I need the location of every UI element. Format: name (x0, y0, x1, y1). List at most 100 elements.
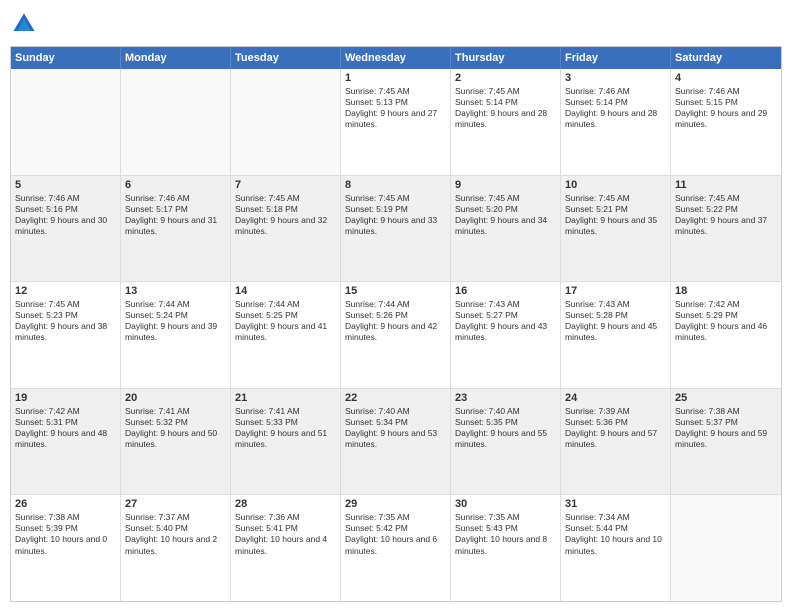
day-number: 25 (675, 392, 777, 404)
cell-info: Sunrise: 7:45 AM Sunset: 5:22 PM Dayligh… (675, 193, 777, 237)
calendar-cell-0-5: 3 Sunrise: 7:46 AM Sunset: 5:14 PM Daylig… (561, 69, 671, 175)
cell-info: Sunrise: 7:42 AM Sunset: 5:29 PM Dayligh… (675, 299, 777, 343)
day-number: 10 (565, 179, 666, 191)
cell-info: Sunrise: 7:38 AM Sunset: 5:37 PM Dayligh… (675, 406, 777, 450)
calendar-cell-4-4: 30 Sunrise: 7:35 AM Sunset: 5:43 PM Dayli… (451, 495, 561, 601)
day-number: 18 (675, 285, 777, 297)
header-cell-thursday: Thursday (451, 47, 561, 69)
calendar-cell-3-0: 19Sunrise: 7:42 AM Sunset: 5:31 PM Dayli… (11, 389, 121, 495)
cell-info: Sunrise: 7:35 AM Sunset: 5:43 PM Dayligh… (455, 512, 556, 556)
day-number: 28 (235, 498, 336, 510)
day-number: 24 (565, 392, 666, 404)
day-number: 3 (565, 72, 666, 84)
calendar-cell-3-4: 23 Sunrise: 7:40 AM Sunset: 5:35 PM Dayli… (451, 389, 561, 495)
day-number: 27 (125, 498, 226, 510)
calendar-row-0: 1 Sunrise: 7:45 AM Sunset: 5:13 PM Daylig… (11, 69, 781, 175)
cell-info: Sunrise: 7:45 AM Sunset: 5:23 PM Dayligh… (15, 299, 116, 343)
calendar-cell-2-4: 16 Sunrise: 7:43 AM Sunset: 5:27 PM Dayli… (451, 282, 561, 388)
calendar-cell-1-2: 7Sunrise: 7:45 AM Sunset: 5:18 PM Daylig… (231, 176, 341, 282)
day-number: 2 (455, 72, 556, 84)
calendar-cell-0-0 (11, 69, 121, 175)
calendar-cell-4-1: 27 Sunrise: 7:37 AM Sunset: 5:40 PM Dayli… (121, 495, 231, 601)
cell-info: Sunrise: 7:44 AM Sunset: 5:25 PM Dayligh… (235, 299, 336, 343)
day-number: 22 (345, 392, 446, 404)
header-cell-monday: Monday (121, 47, 231, 69)
calendar-cell-1-5: 10 Sunrise: 7:45 AM Sunset: 5:21 PM Dayli… (561, 176, 671, 282)
calendar-cell-1-0: 5 Sunrise: 7:46 AM Sunset: 5:16 PM Daylig… (11, 176, 121, 282)
calendar-header: SundayMondayTuesdayWednesdayThursdayFrid… (11, 47, 781, 69)
day-number: 17 (565, 285, 666, 297)
calendar-cell-1-1: 6Sunrise: 7:46 AM Sunset: 5:17 PM Daylig… (121, 176, 231, 282)
calendar-cell-2-2: 14 Sunrise: 7:44 AM Sunset: 5:25 PM Dayli… (231, 282, 341, 388)
cell-info: Sunrise: 7:38 AM Sunset: 5:39 PM Dayligh… (15, 512, 116, 556)
calendar-cell-0-3: 1 Sunrise: 7:45 AM Sunset: 5:13 PM Daylig… (341, 69, 451, 175)
cell-info: Sunrise: 7:46 AM Sunset: 5:17 PM Dayligh… (125, 193, 226, 237)
calendar-cell-3-1: 20Sunrise: 7:41 AM Sunset: 5:32 PM Dayli… (121, 389, 231, 495)
cell-info: Sunrise: 7:41 AM Sunset: 5:33 PM Dayligh… (235, 406, 336, 450)
calendar-cell-1-6: 11Sunrise: 7:45 AM Sunset: 5:22 PM Dayli… (671, 176, 781, 282)
logo (10, 10, 40, 38)
calendar-cell-2-1: 13Sunrise: 7:44 AM Sunset: 5:24 PM Dayli… (121, 282, 231, 388)
day-number: 29 (345, 498, 446, 510)
cell-info: Sunrise: 7:36 AM Sunset: 5:41 PM Dayligh… (235, 512, 336, 556)
cell-info: Sunrise: 7:45 AM Sunset: 5:19 PM Dayligh… (345, 193, 446, 237)
calendar-cell-4-5: 31Sunrise: 7:34 AM Sunset: 5:44 PM Dayli… (561, 495, 671, 601)
cell-info: Sunrise: 7:46 AM Sunset: 5:14 PM Dayligh… (565, 86, 666, 130)
day-number: 4 (675, 72, 777, 84)
day-number: 30 (455, 498, 556, 510)
calendar-cell-1-3: 8 Sunrise: 7:45 AM Sunset: 5:19 PM Daylig… (341, 176, 451, 282)
calendar-cell-3-6: 25 Sunrise: 7:38 AM Sunset: 5:37 PM Dayli… (671, 389, 781, 495)
calendar-cell-0-1 (121, 69, 231, 175)
cell-info: Sunrise: 7:35 AM Sunset: 5:42 PM Dayligh… (345, 512, 446, 556)
page: SundayMondayTuesdayWednesdayThursdayFrid… (0, 0, 792, 612)
cell-info: Sunrise: 7:43 AM Sunset: 5:27 PM Dayligh… (455, 299, 556, 343)
calendar-cell-3-3: 22 Sunrise: 7:40 AM Sunset: 5:34 PM Dayli… (341, 389, 451, 495)
calendar-cell-4-2: 28 Sunrise: 7:36 AM Sunset: 5:41 PM Dayli… (231, 495, 341, 601)
calendar-cell-4-6 (671, 495, 781, 601)
cell-info: Sunrise: 7:40 AM Sunset: 5:34 PM Dayligh… (345, 406, 446, 450)
header (10, 10, 782, 38)
day-number: 12 (15, 285, 116, 297)
cell-info: Sunrise: 7:43 AM Sunset: 5:28 PM Dayligh… (565, 299, 666, 343)
day-number: 14 (235, 285, 336, 297)
calendar-row-1: 5 Sunrise: 7:46 AM Sunset: 5:16 PM Daylig… (11, 175, 781, 282)
cell-info: Sunrise: 7:41 AM Sunset: 5:32 PM Dayligh… (125, 406, 226, 450)
day-number: 8 (345, 179, 446, 191)
cell-info: Sunrise: 7:39 AM Sunset: 5:36 PM Dayligh… (565, 406, 666, 450)
cell-info: Sunrise: 7:37 AM Sunset: 5:40 PM Dayligh… (125, 512, 226, 556)
calendar: SundayMondayTuesdayWednesdayThursdayFrid… (10, 46, 782, 602)
cell-info: Sunrise: 7:45 AM Sunset: 5:13 PM Dayligh… (345, 86, 446, 130)
cell-info: Sunrise: 7:45 AM Sunset: 5:14 PM Dayligh… (455, 86, 556, 130)
calendar-cell-4-3: 29 Sunrise: 7:35 AM Sunset: 5:42 PM Dayli… (341, 495, 451, 601)
day-number: 5 (15, 179, 116, 191)
calendar-cell-3-5: 24 Sunrise: 7:39 AM Sunset: 5:36 PM Dayli… (561, 389, 671, 495)
cell-info: Sunrise: 7:45 AM Sunset: 5:18 PM Dayligh… (235, 193, 336, 237)
header-cell-saturday: Saturday (671, 47, 781, 69)
day-number: 19 (15, 392, 116, 404)
day-number: 1 (345, 72, 446, 84)
day-number: 13 (125, 285, 226, 297)
cell-info: Sunrise: 7:45 AM Sunset: 5:21 PM Dayligh… (565, 193, 666, 237)
day-number: 15 (345, 285, 446, 297)
day-number: 16 (455, 285, 556, 297)
cell-info: Sunrise: 7:45 AM Sunset: 5:20 PM Dayligh… (455, 193, 556, 237)
calendar-cell-2-3: 15 Sunrise: 7:44 AM Sunset: 5:26 PM Dayli… (341, 282, 451, 388)
calendar-cell-2-0: 12 Sunrise: 7:45 AM Sunset: 5:23 PM Dayli… (11, 282, 121, 388)
day-number: 23 (455, 392, 556, 404)
cell-info: Sunrise: 7:34 AM Sunset: 5:44 PM Dayligh… (565, 512, 666, 556)
calendar-cell-0-2 (231, 69, 341, 175)
day-number: 9 (455, 179, 556, 191)
header-cell-sunday: Sunday (11, 47, 121, 69)
calendar-row-4: 26Sunrise: 7:38 AM Sunset: 5:39 PM Dayli… (11, 494, 781, 601)
header-cell-tuesday: Tuesday (231, 47, 341, 69)
cell-info: Sunrise: 7:46 AM Sunset: 5:15 PM Dayligh… (675, 86, 777, 130)
header-cell-friday: Friday (561, 47, 671, 69)
calendar-row-3: 19Sunrise: 7:42 AM Sunset: 5:31 PM Dayli… (11, 388, 781, 495)
calendar-cell-1-4: 9 Sunrise: 7:45 AM Sunset: 5:20 PM Daylig… (451, 176, 561, 282)
calendar-body: 1 Sunrise: 7:45 AM Sunset: 5:13 PM Daylig… (11, 69, 781, 601)
calendar-cell-4-0: 26Sunrise: 7:38 AM Sunset: 5:39 PM Dayli… (11, 495, 121, 601)
cell-info: Sunrise: 7:46 AM Sunset: 5:16 PM Dayligh… (15, 193, 116, 237)
calendar-cell-0-4: 2 Sunrise: 7:45 AM Sunset: 5:14 PM Daylig… (451, 69, 561, 175)
cell-info: Sunrise: 7:44 AM Sunset: 5:26 PM Dayligh… (345, 299, 446, 343)
cell-info: Sunrise: 7:40 AM Sunset: 5:35 PM Dayligh… (455, 406, 556, 450)
